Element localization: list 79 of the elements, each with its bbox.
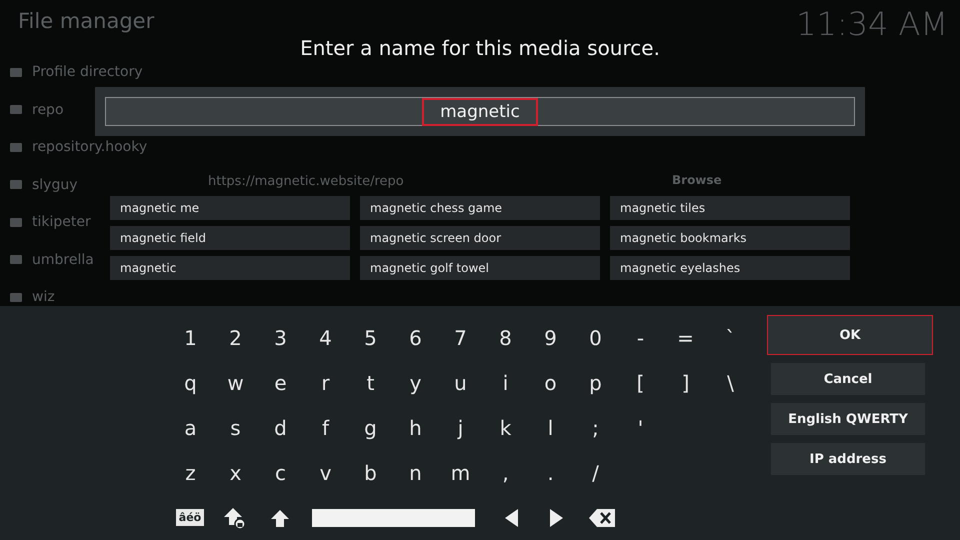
keyboard-key[interactable]: q — [168, 362, 213, 402]
keyboard-key[interactable]: l — [528, 408, 573, 448]
suggestion-item[interactable]: magnetic eyelashes — [610, 256, 850, 280]
keyboard-key[interactable]: ` — [708, 318, 753, 358]
keyboard-key[interactable]: v — [303, 452, 348, 492]
dialog-heading: Enter a name for this media source. — [300, 36, 660, 62]
keyboard-key[interactable]: f — [303, 408, 348, 448]
keyboard-key[interactable]: y — [393, 362, 438, 402]
keyboard-key[interactable]: 3 — [258, 318, 303, 358]
keyboard-key[interactable]: ] — [663, 362, 708, 402]
right-triangle-icon — [550, 508, 563, 526]
keyboard-key[interactable]: 8 — [483, 318, 528, 358]
keyboard-action-button[interactable]: Cancel — [771, 363, 925, 395]
keyboard-key[interactable]: 7 — [438, 318, 483, 358]
keyboard-key[interactable]: o — [528, 362, 573, 402]
keyboard-key[interactable]: z — [168, 452, 213, 492]
folder-icon — [10, 255, 22, 264]
suggestion-item[interactable]: magnetic tiles — [610, 196, 850, 220]
keyboard-key[interactable]: ; — [573, 408, 618, 448]
clock: 11:34 AM — [796, 5, 948, 43]
suggestion-item[interactable]: magnetic bookmarks — [610, 226, 850, 250]
folder-icon — [10, 292, 22, 302]
keyboard-key[interactable]: 5 — [348, 318, 393, 358]
keyboard-key[interactable]: [ — [618, 362, 663, 402]
keyboard-action-button[interactable]: IP address — [771, 443, 925, 475]
suggestion-item[interactable]: magnetic — [110, 256, 350, 280]
keyboard-key[interactable]: i — [483, 362, 528, 402]
keyboard-key[interactable]: n — [393, 452, 438, 492]
keyboard-key[interactable]: \ — [708, 362, 753, 402]
keyboard-key[interactable]: h — [393, 408, 438, 448]
keyboard-key[interactable]: t — [348, 362, 393, 402]
caps-lock-icon — [224, 506, 246, 528]
keyboard-key[interactable]: / — [573, 452, 618, 492]
keyboard-action-button[interactable]: OK — [767, 315, 933, 355]
keyboard-key[interactable]: x — [213, 452, 258, 492]
keyboard-key[interactable]: s — [213, 408, 258, 448]
left-triangle-icon — [505, 508, 518, 526]
suggestion-item[interactable]: magnetic me — [110, 196, 350, 220]
keyboard-key[interactable]: ' — [618, 408, 663, 448]
keyboard-key[interactable]: r — [303, 362, 348, 402]
suggestion-item[interactable]: magnetic field — [110, 226, 350, 250]
window-title: File manager — [18, 9, 154, 33]
keyboard-key[interactable]: w — [213, 362, 258, 402]
keyboard-key[interactable]: e — [258, 362, 303, 402]
keyboard-key[interactable]: = — [663, 318, 708, 358]
keyboard-key[interactable]: k — [483, 408, 528, 448]
keyboard-action-button[interactable]: English QWERTY — [771, 403, 925, 435]
suggestion-item[interactable]: magnetic screen door — [360, 226, 600, 250]
folder-icon — [10, 68, 22, 76]
keyboard-key[interactable]: b — [348, 452, 393, 492]
keyboard-key[interactable]: u — [438, 362, 483, 402]
keyboard-key[interactable]: 6 — [393, 318, 438, 358]
keyboard-key[interactable]: g — [348, 408, 393, 448]
keyboard-key[interactable]: 4 — [303, 318, 348, 358]
keyboard-key[interactable]: , — [483, 452, 528, 492]
keyboard-key[interactable]: 2 — [213, 318, 258, 358]
keyboard-key[interactable]: . — [528, 452, 573, 492]
keyboard-key[interactable]: 0 — [573, 318, 618, 358]
keyboard-key[interactable]: p — [573, 362, 618, 402]
symbols-key[interactable]: âéö — [176, 509, 204, 526]
space-key[interactable] — [312, 508, 475, 526]
suggestion-item[interactable]: magnetic chess game — [360, 196, 600, 220]
backspace-icon — [588, 508, 614, 526]
keyboard-key[interactable]: m — [438, 452, 483, 492]
folder-icon — [10, 180, 22, 189]
keyboard-key[interactable]: c — [258, 452, 303, 492]
shift-icon — [270, 508, 288, 526]
keyboard-key[interactable]: a — [168, 408, 213, 448]
name-input-field[interactable]: magnetic — [105, 97, 855, 126]
source-url: https://magnetic.website/repo — [208, 174, 404, 189]
keyboard-key[interactable]: d — [258, 408, 303, 448]
keyboard-key[interactable]: - — [618, 318, 663, 358]
keyboard-key[interactable]: j — [438, 408, 483, 448]
keyboard-key[interactable]: 9 — [528, 318, 573, 358]
folder-icon — [10, 218, 22, 226]
keyboard-key[interactable]: 1 — [168, 318, 213, 358]
folder-icon — [10, 105, 22, 114]
folder-icon — [10, 142, 22, 152]
suggestion-item[interactable]: magnetic golf towel — [360, 256, 600, 280]
